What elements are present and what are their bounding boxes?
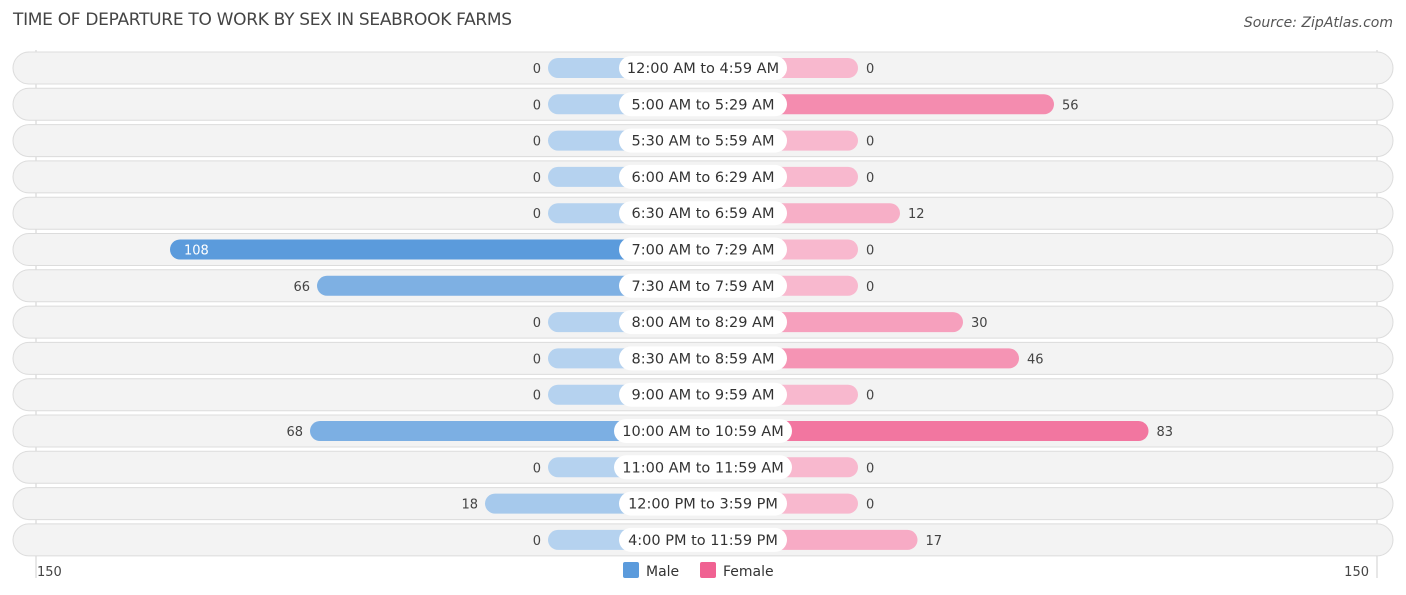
female-value-label: 30 <box>971 316 988 331</box>
male-value-label: 108 <box>184 244 209 259</box>
female-value-label: 0 <box>866 389 874 404</box>
category-label: 6:30 AM to 6:59 AM <box>632 206 775 222</box>
male-value-label: 0 <box>533 389 541 404</box>
category-label: 12:00 PM to 3:59 PM <box>628 497 778 513</box>
male-value-label: 68 <box>286 425 303 440</box>
female-value-label: 0 <box>866 62 874 77</box>
category-label: 8:00 AM to 8:29 AM <box>632 315 775 331</box>
category-label: 9:00 AM to 9:59 AM <box>632 388 775 404</box>
male-value-label: 0 <box>533 135 541 150</box>
legend-label-female: Female <box>723 564 774 580</box>
category-label: 5:00 AM to 5:29 AM <box>632 97 775 113</box>
male-value-label: 0 <box>533 207 541 222</box>
category-label: 6:00 AM to 6:29 AM <box>632 170 775 186</box>
male-value-label: 0 <box>533 316 541 331</box>
female-value-label: 0 <box>866 498 874 513</box>
axis-label-left: 150 <box>37 565 62 580</box>
male-value-label: 66 <box>293 280 310 295</box>
male-value-label: 0 <box>533 461 541 476</box>
chart-canvas: 12:00 AM to 4:59 AM 0 0 5:00 AM to 5:29 AM 0… <box>12 50 1394 580</box>
category-label: 12:00 AM to 4:59 AM <box>627 61 779 77</box>
male-value-label: 0 <box>533 352 541 367</box>
category-label: 10:00 AM to 10:59 AM <box>622 424 783 440</box>
category-label: 7:30 AM to 7:59 AM <box>632 279 775 295</box>
female-value-label: 56 <box>1062 98 1079 113</box>
female-value-label: 83 <box>1157 425 1174 440</box>
legend-swatch-male <box>623 562 639 578</box>
category-label: 5:30 AM to 5:59 AM <box>632 134 775 150</box>
category-label: 7:00 AM to 7:29 AM <box>632 243 775 259</box>
female-value-label: 12 <box>908 207 925 222</box>
category-label: 8:30 AM to 8:59 AM <box>632 351 775 367</box>
male-value-label: 0 <box>533 98 541 113</box>
male-value-label: 0 <box>533 62 541 77</box>
male-value-label: 0 <box>533 534 541 549</box>
axis-label-right: 150 <box>1344 565 1369 580</box>
male-value-label: 18 <box>461 498 478 513</box>
category-label: 4:00 PM to 11:59 PM <box>628 533 778 549</box>
female-value-label: 17 <box>926 534 943 549</box>
female-value-label: 46 <box>1027 352 1044 367</box>
male-value-label: 0 <box>533 171 541 186</box>
female-value-label: 0 <box>866 135 874 150</box>
female-value-label: 0 <box>866 244 874 259</box>
female-value-label: 0 <box>866 171 874 186</box>
legend-swatch-female <box>700 562 716 578</box>
female-value-label: 0 <box>866 461 874 476</box>
legend-label-male: Male <box>646 564 679 580</box>
female-value-label: 0 <box>866 280 874 295</box>
category-label: 11:00 AM to 11:59 AM <box>622 460 783 476</box>
